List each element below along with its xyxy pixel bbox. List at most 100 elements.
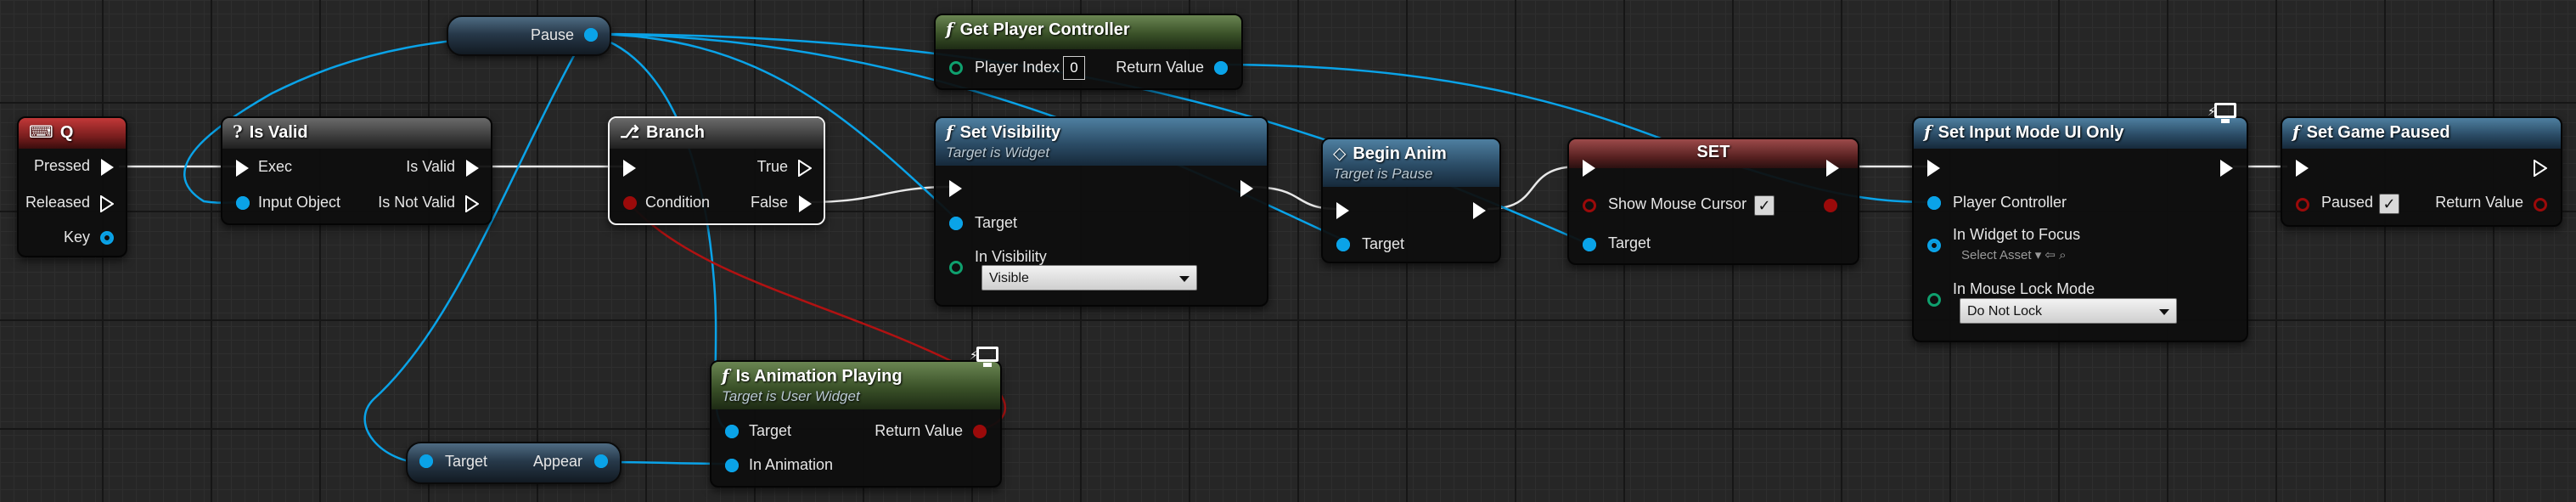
- pin-label-paused: Paused: [2321, 194, 2374, 211]
- target-pin[interactable]: [725, 425, 739, 438]
- node-title: Set Visibility: [959, 123, 1061, 142]
- pin-label-return-value: Return Value: [2435, 194, 2523, 211]
- set-show-mouse-cursor-node[interactable]: SET Show Mouse Cursor ✓ Target: [1567, 138, 1859, 265]
- node-header[interactable]: f Get Player Controller: [936, 15, 1241, 49]
- node-header[interactable]: ? Is Valid: [222, 118, 491, 149]
- exec-in-pin[interactable]: [949, 180, 962, 197]
- node-title: Set Input Mode UI Only: [1938, 123, 2124, 142]
- player-controller-pin[interactable]: [1927, 196, 1941, 210]
- node-title: Set Game Paused: [2306, 123, 2450, 142]
- exec-out-pin-released[interactable]: [100, 195, 115, 213]
- visibility-dropdown[interactable]: Visible: [981, 265, 1197, 290]
- input-object-pin[interactable]: [236, 196, 250, 210]
- exec-in-pin[interactable]: [1336, 202, 1349, 219]
- exec-in-pin[interactable]: [2296, 160, 2309, 177]
- exec-out-pin[interactable]: [2220, 160, 2233, 177]
- player-index-field[interactable]: 0: [1063, 56, 1085, 80]
- pin-label-target: Target: [1608, 234, 1651, 251]
- exec-out-pin[interactable]: [1826, 160, 1839, 177]
- browse-search-icon[interactable]: ⌕: [2059, 248, 2066, 262]
- node-header[interactable]: f Set Game Paused: [2282, 118, 2561, 149]
- function-icon: f: [946, 121, 953, 142]
- monitor-icon: ⚡: [2208, 103, 2240, 125]
- exec-in-pin[interactable]: [623, 160, 636, 177]
- exec-in-pin[interactable]: [1927, 160, 1940, 177]
- exec-out-pin[interactable]: [2534, 159, 2548, 178]
- return-value-pin[interactable]: [2534, 198, 2547, 212]
- use-selected-arrow-icon[interactable]: ⇦: [2044, 248, 2056, 262]
- node-header[interactable]: ⎇ Branch: [610, 118, 824, 149]
- in-animation-pin[interactable]: [725, 459, 739, 472]
- set-visibility-node[interactable]: f Set Visibility Target is Widget Target …: [934, 116, 1268, 307]
- monitor-icon: ⚡: [970, 347, 1002, 369]
- pin-label-is-valid: Is Valid: [406, 158, 455, 175]
- pin-label-in-animation: In Animation: [749, 456, 834, 473]
- pin-label-condition: Condition: [645, 194, 711, 211]
- exec-wire: [1487, 165, 1580, 211]
- pin-label-false: False: [750, 194, 788, 211]
- target-pin[interactable]: [1583, 238, 1596, 251]
- show-mouse-cursor-checkbox[interactable]: ✓: [1754, 195, 1775, 216]
- node-title: SET: [1696, 143, 1730, 161]
- exec-out-pin-is-valid[interactable]: [466, 160, 479, 177]
- pin-label-return-value: Return Value: [875, 422, 963, 439]
- exec-out-pin[interactable]: [1240, 180, 1253, 197]
- key-q-event-node[interactable]: ⌨ Q Pressed Released Key: [17, 116, 127, 257]
- exec-in-pin[interactable]: [1583, 160, 1595, 177]
- show-mouse-cursor-pin[interactable]: [1583, 199, 1596, 212]
- condition-pin[interactable]: [623, 196, 637, 210]
- is-valid-node[interactable]: ? Is Valid Exec Input Object Is Valid Is …: [221, 116, 492, 225]
- pin-label-return-value: Return Value: [1116, 59, 1204, 76]
- pause-variable-node[interactable]: Pause: [447, 15, 611, 56]
- pin-label-true: True: [756, 158, 788, 175]
- return-value-pin[interactable]: [1214, 61, 1228, 75]
- appear-variable-node[interactable]: Target Appear: [406, 442, 622, 484]
- exec-out-pin-is-not-valid[interactable]: [465, 195, 480, 213]
- key-out-pin[interactable]: [100, 231, 114, 245]
- visibility-selected-value: Visible: [989, 271, 1029, 285]
- exec-out-pin[interactable]: [1473, 202, 1486, 219]
- is-animation-playing-node[interactable]: f Is Animation Playing Target is User Wid…: [710, 347, 1002, 488]
- in-mouse-lock-mode-pin[interactable]: [1927, 293, 1941, 307]
- return-value-pin[interactable]: [973, 425, 987, 438]
- paused-pin[interactable]: [2296, 198, 2309, 212]
- show-mouse-cursor-out-pin[interactable]: [1824, 199, 1837, 212]
- player-index-pin[interactable]: [949, 61, 963, 75]
- begin-anim-node[interactable]: ◇ Begin Anim Target is Pause Target: [1321, 138, 1501, 263]
- node-header[interactable]: f Set Visibility Target is Widget: [936, 118, 1267, 166]
- pin-label-target: Target: [1362, 235, 1405, 252]
- get-player-controller-node[interactable]: f Get Player Controller Player Index 0 Re…: [934, 14, 1243, 90]
- in-visibility-pin[interactable]: [949, 261, 963, 274]
- exec-in-pin[interactable]: [236, 160, 249, 177]
- function-icon: f: [946, 19, 953, 39]
- node-header[interactable]: SET: [1569, 139, 1858, 168]
- in-widget-to-focus-pin[interactable]: [1927, 239, 1941, 252]
- object-wire: [585, 32, 731, 431]
- target-pin[interactable]: [1336, 238, 1350, 251]
- exec-out-pin-false[interactable]: [799, 195, 812, 212]
- branch-node[interactable]: ⎇ Branch Condition True False: [608, 116, 825, 225]
- mouse-lock-mode-dropdown[interactable]: Do Not Lock: [1960, 298, 2177, 324]
- exec-out-pin-pressed[interactable]: [101, 159, 114, 176]
- node-title: Begin Anim: [1353, 144, 1447, 163]
- pin-label-pressed: Pressed: [33, 157, 90, 174]
- question-icon: ?: [233, 121, 243, 142]
- node-header[interactable]: ◇ Begin Anim Target is Pause: [1323, 139, 1499, 187]
- set-input-mode-ui-only-node[interactable]: f Set Input Mode UI Only ⚡ Player Control…: [1912, 103, 2248, 342]
- node-header[interactable]: f Set Input Mode UI Only: [1914, 118, 2247, 149]
- pin-label-input-object: Input Object: [258, 194, 341, 211]
- set-game-paused-node[interactable]: f Set Game Paused Paused ✓ Return Value: [2281, 116, 2562, 227]
- select-asset-label: Select Asset: [1961, 248, 2032, 262]
- chevron-down-icon: [2159, 309, 2169, 315]
- target-pin[interactable]: [949, 217, 963, 230]
- paused-checkbox[interactable]: ✓: [2379, 194, 2399, 214]
- target-in-pin[interactable]: [419, 454, 433, 468]
- node-header[interactable]: f Is Animation Playing Target is User Wid…: [711, 362, 1000, 409]
- appear-out-pin[interactable]: [594, 454, 608, 468]
- node-header[interactable]: ⌨ Q: [19, 118, 126, 149]
- keyboard-icon: ⌨: [29, 121, 53, 142]
- pin-label-target: Target: [975, 214, 1018, 231]
- pause-out-pin[interactable]: [584, 28, 598, 42]
- select-asset-dropdown[interactable]: Select Asset ▾ ⇦ ⌕: [1961, 247, 2067, 262]
- exec-out-pin-true[interactable]: [798, 159, 813, 178]
